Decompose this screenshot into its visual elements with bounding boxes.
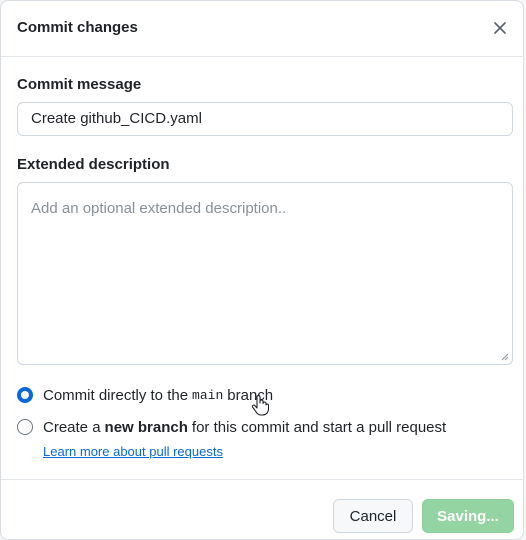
option-commit-directly-prefix: Commit directly to the — [43, 386, 189, 404]
option-new-branch-emphasis: new branch — [104, 418, 188, 436]
dialog-footer: Cancel Saving... — [1, 479, 523, 539]
radio-commit-directly[interactable] — [17, 387, 33, 403]
close-button[interactable] — [489, 17, 511, 39]
close-icon — [494, 22, 506, 34]
radio-new-branch[interactable] — [17, 419, 33, 435]
cancel-button[interactable]: Cancel — [333, 499, 413, 533]
branch-name: main — [192, 387, 224, 403]
commit-message-input[interactable]: Create github_CICD.yaml — [17, 102, 513, 136]
learn-more-link[interactable]: Learn more about pull requests — [43, 444, 223, 459]
dialog-header: Commit changes — [1, 1, 523, 57]
resize-grip-icon[interactable] — [501, 353, 509, 361]
extended-description-label: Extended description — [17, 156, 170, 173]
commit-message-label: Commit message — [17, 76, 142, 93]
option-commit-directly-suffix: branch — [227, 386, 274, 404]
option-new-branch-suffix: for this commit and start a pull request — [191, 418, 447, 436]
saving-button[interactable]: Saving... — [422, 499, 514, 533]
dialog-title: Commit changes — [17, 19, 138, 36]
option-commit-directly[interactable]: Commit directly to the main branch — [17, 384, 273, 406]
extended-description-textarea[interactable] — [17, 182, 513, 365]
option-new-branch-prefix: Create a — [43, 418, 101, 436]
option-new-branch[interactable]: Create a new branch for this commit and … — [17, 416, 446, 438]
commit-changes-dialog: Commit changes Commit message Create git… — [0, 0, 524, 540]
